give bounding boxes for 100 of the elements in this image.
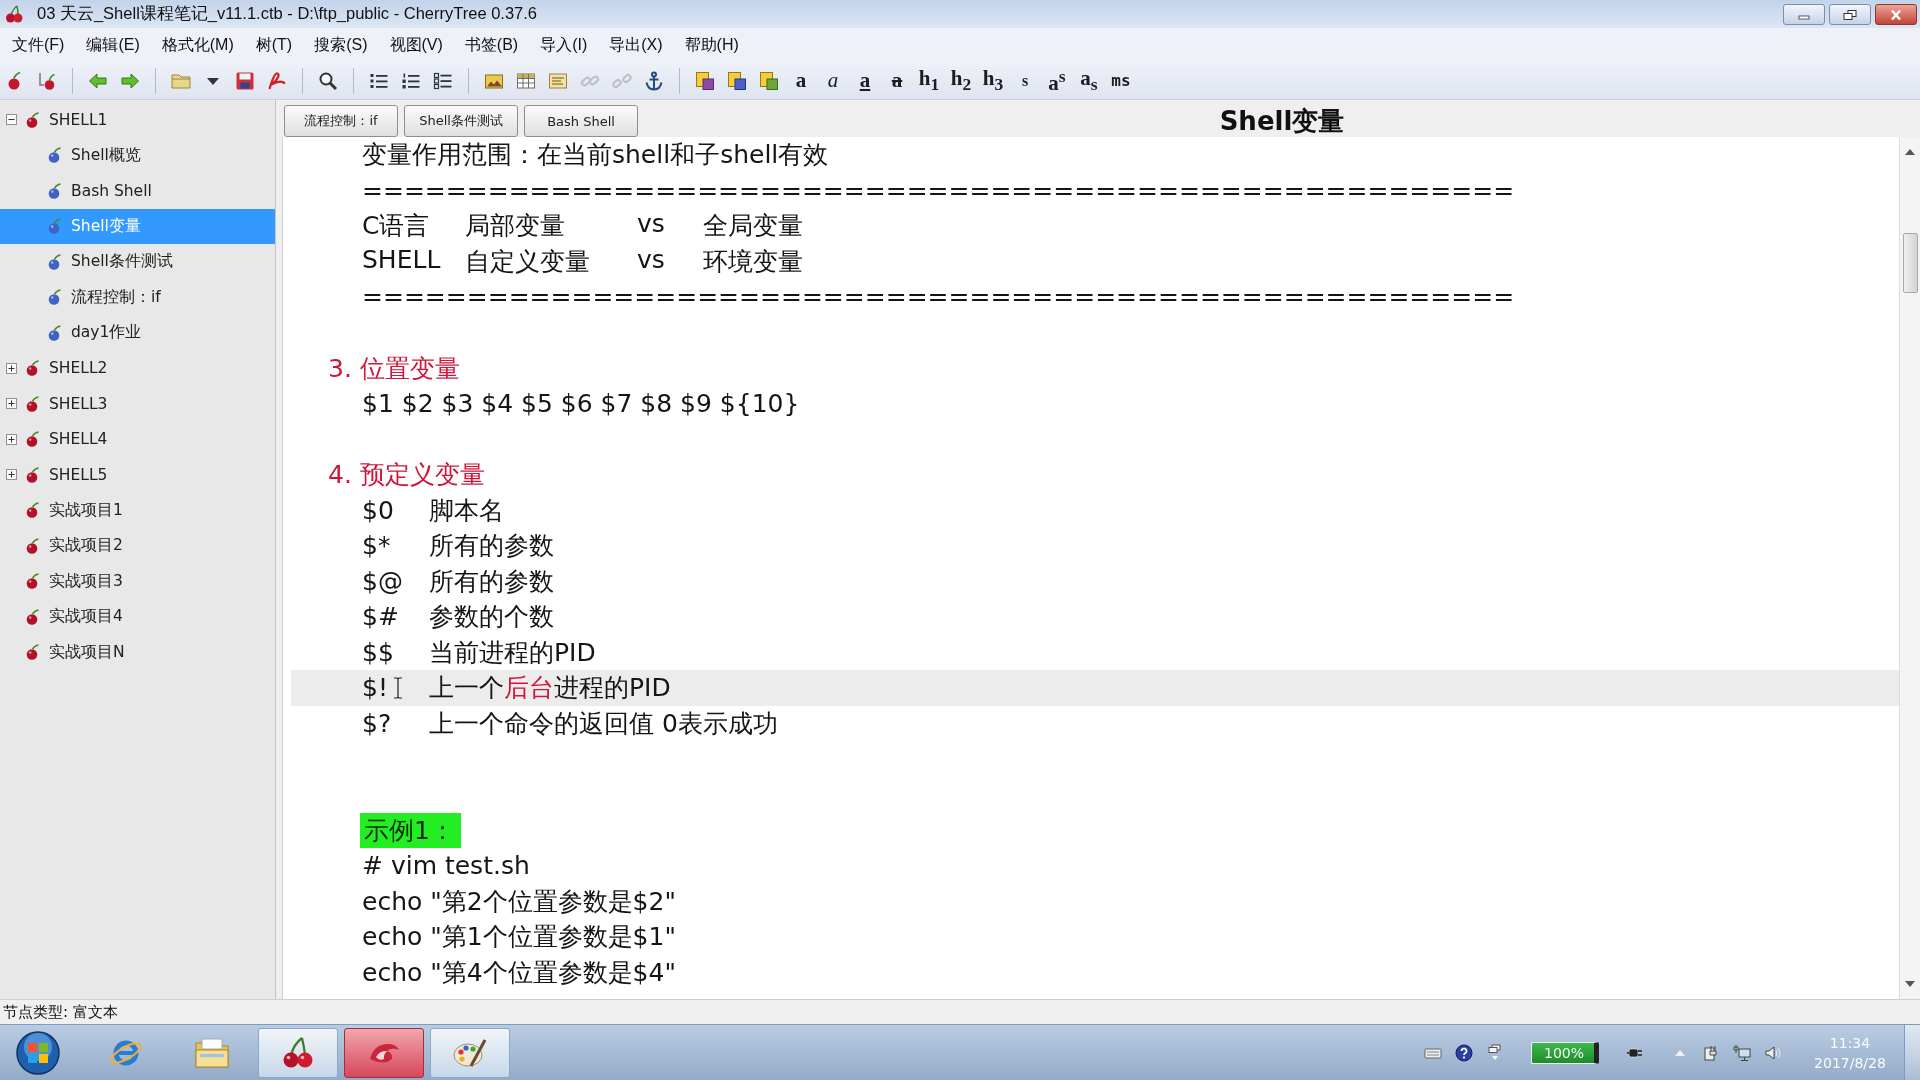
heading-3-button[interactable]: h$_{3}$ — [978, 65, 1008, 96]
table-icon[interactable] — [516, 70, 536, 91]
column-text: 自定义变量 — [465, 245, 591, 278]
tree-item[interactable]: Shell条件测试 — [0, 244, 275, 280]
menu-item[interactable]: 导入(I) — [530, 31, 598, 59]
node-type-status: 节点类型: 富文本 — [3, 1002, 118, 1022]
window-stack-icon[interactable] — [1485, 1043, 1504, 1062]
heading-1-button[interactable]: h$_{1}$ — [914, 65, 944, 96]
tree-item[interactable]: 实战项目3 — [0, 563, 275, 599]
cherry-branch-icon[interactable] — [37, 70, 57, 91]
menu-item[interactable]: 书签(B) — [454, 31, 529, 59]
checklist-icon[interactable] — [433, 70, 453, 91]
italic-button[interactable]: a — [818, 65, 848, 96]
tree-item[interactable]: 实战项目2 — [0, 528, 275, 564]
tree-item[interactable]: SHELL3 — [0, 386, 275, 422]
tree-item[interactable]: day1作业 — [0, 315, 275, 351]
cherry-icon — [25, 502, 41, 519]
variable-description: 脚本名 — [429, 494, 504, 527]
cherry-icon — [47, 253, 63, 270]
ibeam-cursor-icon — [393, 677, 403, 700]
tree-item[interactable]: 实战项目1 — [0, 492, 275, 528]
code-box-icon[interactable] — [548, 70, 568, 91]
scroll-up-icon[interactable] — [1905, 149, 1915, 155]
arrow-right-icon[interactable] — [120, 70, 140, 91]
tree-item[interactable]: SHELL5 — [0, 457, 275, 493]
heading-2-button[interactable]: h$_{2}$ — [946, 65, 976, 96]
save-icon[interactable] — [235, 70, 255, 91]
tree-item[interactable]: SHELL2 — [0, 350, 275, 386]
variable-name: $0 — [362, 495, 394, 525]
scroll-down-icon[interactable] — [1905, 981, 1915, 987]
swirl-icon[interactable] — [267, 70, 287, 91]
menu-item[interactable]: 帮助(H) — [674, 31, 749, 59]
monospace-button[interactable]: ms — [1106, 65, 1136, 96]
help-icon[interactable] — [1454, 1043, 1473, 1062]
cherry-icon — [25, 395, 41, 412]
tree-item[interactable]: 实战项目N — [0, 634, 275, 670]
menu-item[interactable]: 编辑(E) — [76, 31, 150, 59]
variable-name: $! — [362, 673, 388, 703]
text-line: 变量作用范围：在当前shell和子shell有效 — [362, 139, 829, 172]
variable-name: $# — [362, 602, 399, 632]
menu-item[interactable]: 格式化(M) — [151, 31, 244, 59]
search-icon[interactable] — [318, 70, 338, 91]
node-title: Shell变量 — [1218, 104, 1346, 138]
column-text: 环境变量 — [703, 245, 803, 278]
collapse-icon[interactable] — [5, 114, 17, 126]
expand-icon[interactable] — [5, 362, 17, 374]
variable-description: 参数的个数 — [429, 601, 554, 634]
variable-name: $@ — [362, 566, 403, 596]
text-editor[interactable] — [282, 137, 1899, 999]
superscript-button[interactable]: a$^{s}$ — [1042, 65, 1072, 96]
subscript-button[interactable]: a$_{s}$ — [1074, 65, 1104, 96]
expand-icon[interactable] — [5, 433, 17, 445]
tree-item[interactable]: Shell概览 — [0, 137, 275, 173]
tree-item[interactable]: SHELL1 — [0, 102, 275, 138]
column-text: vs — [637, 209, 666, 241]
cherry-icon — [25, 431, 41, 448]
cherry-icon — [25, 360, 41, 377]
taskbar-button[interactable] — [344, 1027, 424, 1078]
menu-item[interactable]: 搜索(S) — [304, 31, 378, 59]
cherry-icon — [25, 573, 41, 590]
recent-node-button[interactable]: Bash Shell — [524, 105, 638, 137]
expand-icon[interactable] — [5, 398, 17, 410]
tree-item[interactable]: 实战项目4 — [0, 599, 275, 635]
taskbar-button[interactable] — [430, 1027, 510, 1078]
network-icon[interactable] — [1733, 1043, 1751, 1062]
restore-icon — [1843, 9, 1857, 20]
highlight-swatch-icon[interactable] — [727, 70, 747, 91]
close-button[interactable] — [1875, 4, 1917, 25]
scrollbar[interactable] — [1899, 137, 1920, 999]
section-heading: 4. 预定义变量 — [328, 459, 485, 492]
restore-button[interactable] — [1829, 4, 1871, 25]
start-orb-icon[interactable] — [15, 1030, 60, 1075]
power-icon[interactable] — [1702, 1043, 1720, 1062]
expand-icon[interactable] — [5, 469, 17, 481]
text-line: $1 $2 $3 $4 $5 $6 $7 $8 $9 ${10} — [362, 389, 800, 419]
column-text: C语言 — [362, 210, 431, 243]
taskbar-button[interactable] — [258, 1027, 338, 1078]
color-swatch-icon[interactable] — [695, 70, 715, 91]
menu-item[interactable]: 树(T) — [245, 31, 303, 59]
tree-item[interactable]: 流程控制：if — [0, 279, 275, 315]
strikethrough-button[interactable]: a — [882, 65, 912, 96]
tree-item[interactable]: Bash Shell — [0, 173, 275, 209]
small-text-button[interactable]: s — [1010, 65, 1040, 96]
recent-node-button[interactable]: Shell条件测试 — [404, 105, 518, 137]
menu-item[interactable]: 导出(X) — [599, 31, 673, 59]
speaker-icon[interactable] — [1764, 1043, 1782, 1062]
variable-description: 上一个命令的返回值 0表示成功 — [429, 708, 778, 740]
anchor-icon[interactable] — [644, 70, 664, 91]
text-line: echo "第2个位置参数是$2" — [362, 885, 676, 918]
variable-description: 所有的参数 — [429, 530, 554, 563]
clear-format-icon[interactable] — [759, 70, 779, 91]
cherry-icon — [25, 537, 41, 554]
menu-item[interactable]: 文件(F) — [2, 31, 75, 59]
arrow-left-icon[interactable] — [88, 70, 108, 91]
underline-button[interactable]: a — [850, 65, 880, 96]
recent-node-button[interactable]: 流程控制：if — [284, 105, 398, 137]
tree-item[interactable]: SHELL4 — [0, 421, 275, 457]
scrollbar-thumb[interactable] — [1902, 233, 1918, 293]
bold-button[interactable]: a — [786, 65, 816, 96]
menu-item[interactable]: 视图(V) — [379, 31, 453, 59]
